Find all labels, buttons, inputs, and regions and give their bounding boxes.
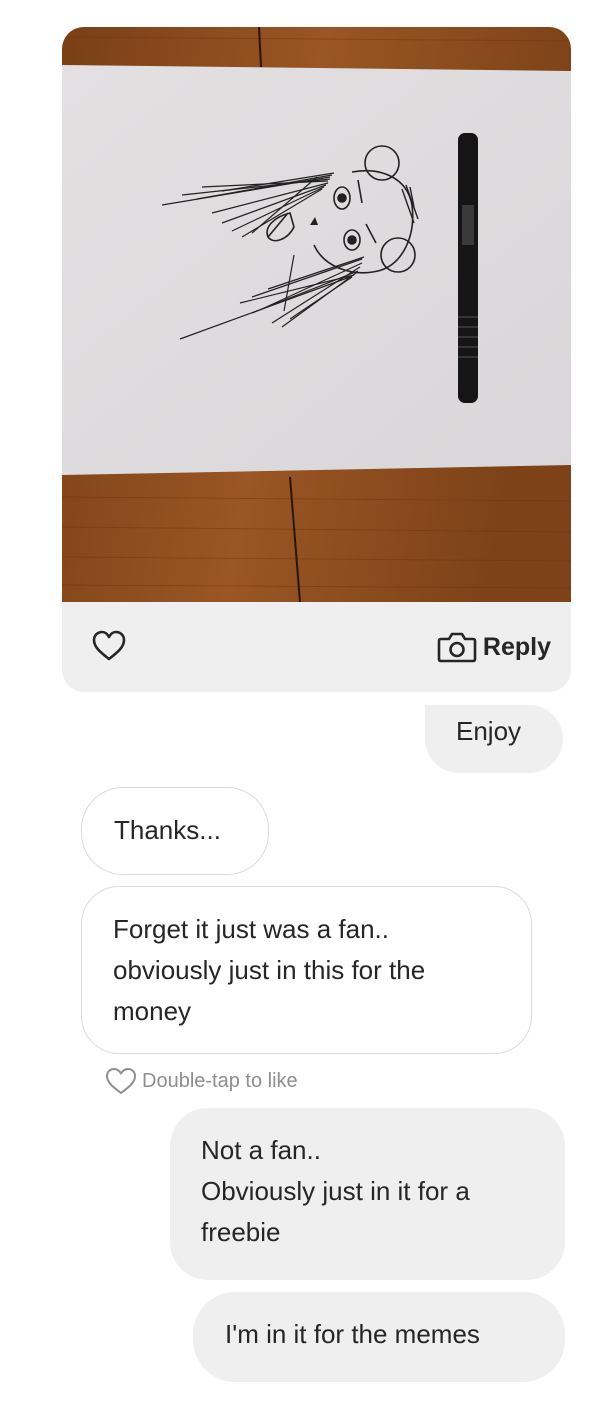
- message-text: Thanks...: [114, 815, 221, 845]
- reply-button[interactable]: Reply: [437, 630, 551, 664]
- hint-text: Double-tap to like: [142, 1069, 298, 1092]
- heart-outline-icon: [106, 1068, 136, 1094]
- double-tap-hint[interactable]: Double-tap to like: [104, 1066, 298, 1096]
- message-bubble-received[interactable]: Thanks...: [81, 787, 269, 875]
- message-text-line: freebie: [201, 1217, 281, 1247]
- message-text-line: money: [113, 996, 192, 1026]
- photo-actions: Reply: [62, 602, 571, 692]
- shared-photo[interactable]: [62, 27, 571, 602]
- heart-outline-icon[interactable]: [92, 630, 126, 662]
- message-text-line: Forget it just was a fan..: [113, 914, 390, 944]
- camera-icon: [437, 632, 477, 663]
- reply-label: Reply: [482, 632, 551, 661]
- message-text-line: Not a fan..: [201, 1135, 321, 1165]
- message-text-line: obviously just in this for the: [113, 955, 426, 985]
- message-text: I'm in it for the memes: [225, 1319, 480, 1349]
- message-bubble-sent[interactable]: I'm in it for the memes: [193, 1292, 565, 1382]
- message-bubble-sent[interactable]: Not a fan.. Obviously just in it for a f…: [170, 1108, 565, 1280]
- message-text-line: Obviously just in it for a: [201, 1176, 470, 1206]
- message-text: Enjoy: [456, 716, 522, 746]
- message-bubble-received[interactable]: Forget it just was a fan.. obviously jus…: [81, 886, 532, 1054]
- photo-message[interactable]: Reply: [62, 27, 571, 692]
- message-bubble-sent[interactable]: Enjoy: [425, 705, 563, 773]
